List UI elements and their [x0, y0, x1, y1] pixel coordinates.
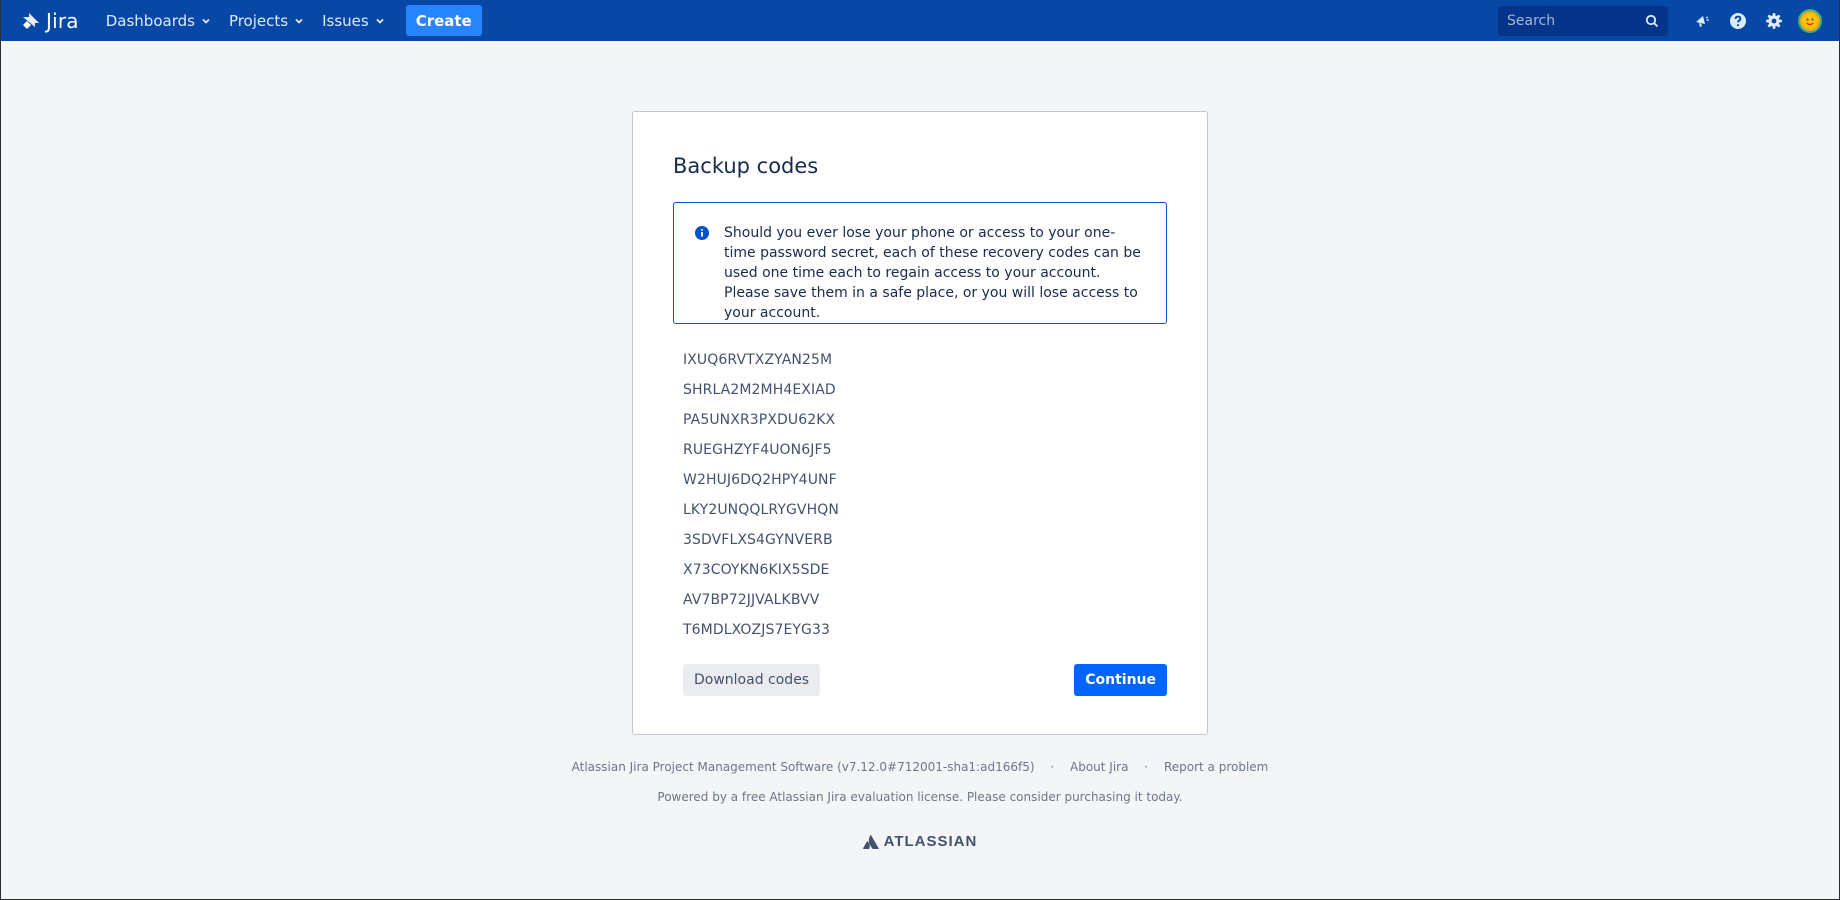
- settings-icon[interactable]: [1756, 0, 1792, 41]
- download-codes-button[interactable]: Download codes: [683, 664, 821, 696]
- backup-code: PA5UNXR3PXDU62KX: [683, 412, 836, 428]
- nav-issues-label: Issues: [322, 11, 369, 30]
- backup-code: AV7BP72JJVALKBVV: [683, 592, 820, 608]
- backup-code: SHRLA2M2MH4EXIAD: [683, 382, 836, 398]
- avatar[interactable]: [1798, 8, 1822, 33]
- backup-code: LKY2UNQQLRYGVHQN: [683, 502, 839, 518]
- nav-right-group: [1498, 0, 1840, 41]
- atlassian-logo[interactable]: ATLASSIAN: [0, 833, 1840, 850]
- backup-codes-list: IXUQ6RVTXZYAN25M SHRLA2M2MH4EXIAD PA5UNX…: [683, 350, 983, 650]
- search-box: [1498, 5, 1668, 36]
- report-problem-link[interactable]: Report a problem: [1164, 760, 1268, 774]
- chevron-down-icon: [376, 18, 384, 24]
- nav-issues[interactable]: Issues: [313, 0, 394, 41]
- nav-dashboards[interactable]: Dashboards: [97, 0, 220, 41]
- nav-projects-label: Projects: [228, 11, 289, 30]
- footer-links: Atlassian Jira Project Management Softwa…: [0, 760, 1840, 774]
- backup-code: W2HUJ6DQ2HPY4UNF: [683, 472, 837, 488]
- jira-logo[interactable]: Jira: [21, 9, 79, 33]
- nav-projects[interactable]: Projects: [220, 0, 313, 41]
- footer-separator: ·: [1144, 760, 1149, 774]
- jira-logo-icon: [23, 12, 39, 29]
- help-icon[interactable]: [1720, 0, 1756, 41]
- page-title: Backup codes: [673, 154, 819, 178]
- atlassian-logo-text: ATLASSIAN: [883, 833, 978, 850]
- notifications-icon[interactable]: [1684, 0, 1720, 41]
- search-input[interactable]: [1498, 5, 1668, 36]
- backup-codes-card: Backup codes Should you ever lose your p…: [632, 111, 1208, 735]
- backup-code: X73COYKN6KIX5SDE: [683, 562, 830, 578]
- create-button[interactable]: Create: [405, 5, 482, 36]
- user-avatar-icon: [1802, 12, 1818, 29]
- backup-code: 3SDVFLXS4GYNVERB: [683, 532, 833, 548]
- chevron-down-icon: [295, 18, 303, 24]
- info-icon: [695, 226, 709, 240]
- about-jira-link[interactable]: About Jira: [1070, 760, 1128, 774]
- search-icon[interactable]: [1645, 14, 1659, 28]
- top-navigation: Jira Dashboards Projects Issues Create: [0, 0, 1840, 41]
- atlassian-logo-icon: [862, 834, 879, 849]
- chevron-down-icon: [202, 18, 210, 24]
- footer-separator: ·: [1050, 760, 1055, 774]
- footer-software-version: Atlassian Jira Project Management Softwa…: [571, 760, 1035, 774]
- backup-code: RUEGHZYF4UON6JF5: [683, 442, 832, 458]
- backup-code: T6MDLXOZJS7EYG33: [683, 622, 831, 638]
- jira-logo-text: Jira: [46, 8, 79, 33]
- info-message-text: Should you ever lose your phone or acces…: [724, 225, 1141, 321]
- info-message: Should you ever lose your phone or acces…: [673, 202, 1167, 324]
- backup-code: IXUQ6RVTXZYAN25M: [683, 352, 833, 368]
- continue-button[interactable]: Continue: [1074, 664, 1167, 696]
- nav-dashboards-label: Dashboards: [105, 11, 195, 30]
- footer-license-text: Powered by a free Atlassian Jira evaluat…: [657, 790, 1183, 804]
